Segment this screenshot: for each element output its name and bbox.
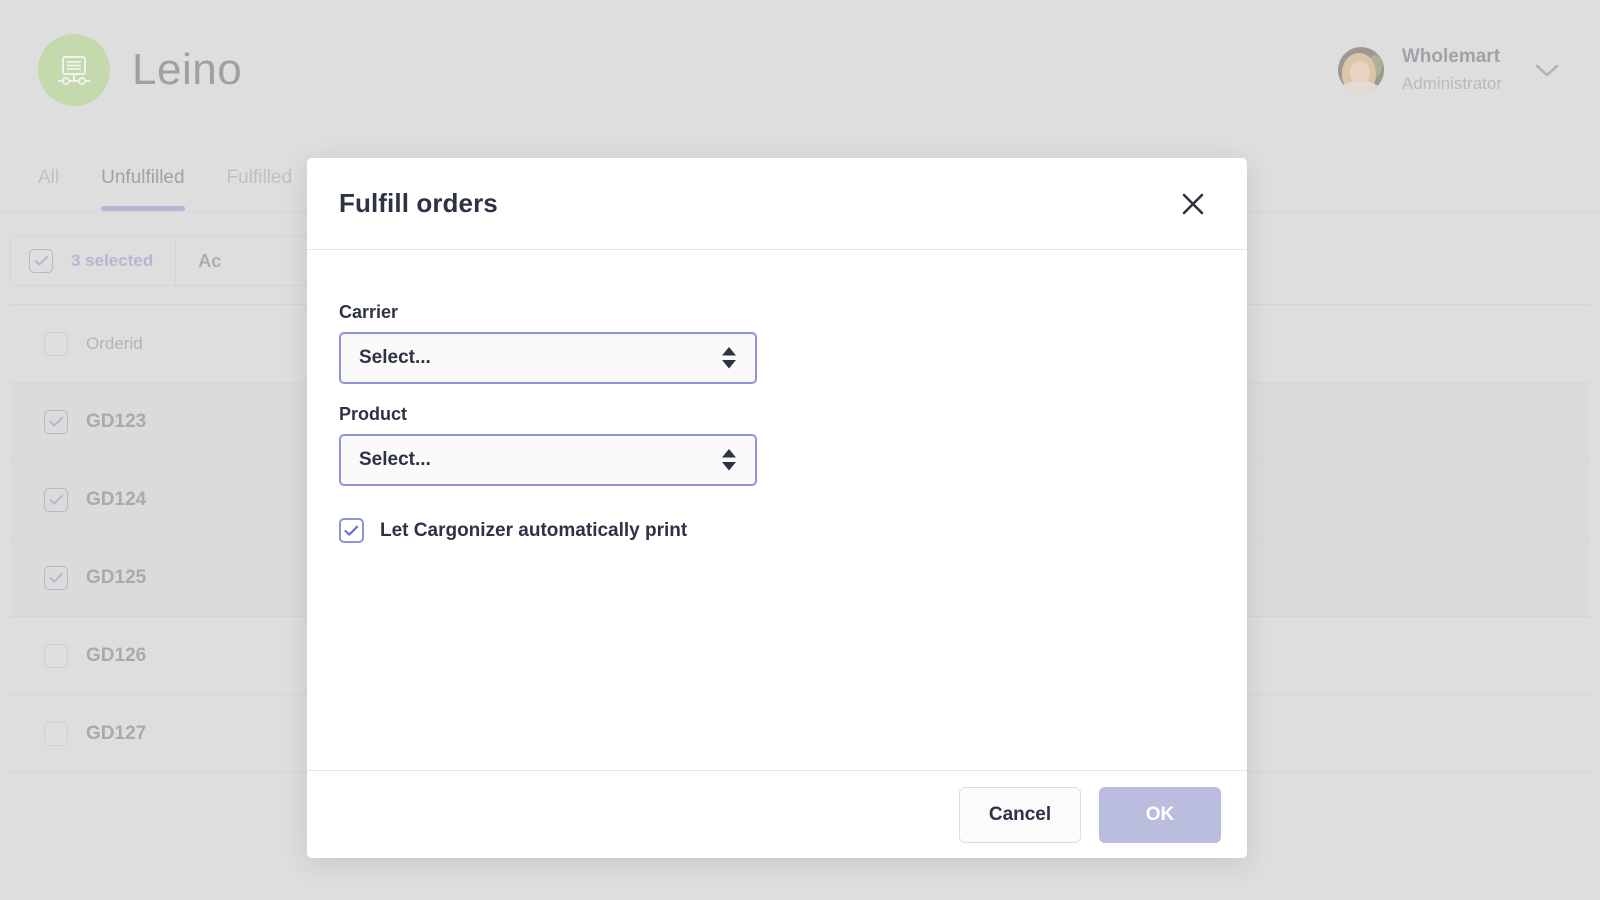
- modal-overlay[interactable]: Fulfill orders Carrier Select... Product…: [0, 0, 1600, 900]
- sort-updown-icon: [721, 449, 737, 471]
- close-x-icon[interactable]: [1173, 184, 1213, 224]
- product-label: Product: [339, 404, 408, 424]
- auto-print-row[interactable]: Let Cargonizer automatically print: [339, 518, 1215, 543]
- carrier-field: Carrier Select...: [339, 302, 1215, 384]
- modal-header: Fulfill orders: [307, 158, 1247, 250]
- modal-body: Carrier Select... Product Select... Let …: [307, 250, 1247, 770]
- product-select-value: Select...: [359, 449, 431, 470]
- modal-footer: Cancel OK: [307, 770, 1247, 858]
- auto-print-label: Let Cargonizer automatically print: [380, 519, 688, 541]
- carrier-label: Carrier: [339, 302, 399, 322]
- fulfill-orders-modal: Fulfill orders Carrier Select... Product…: [307, 158, 1247, 858]
- checkbox-auto-print[interactable]: [339, 518, 364, 543]
- carrier-select-value: Select...: [359, 347, 431, 368]
- ok-button[interactable]: OK: [1099, 786, 1221, 843]
- product-select[interactable]: Select...: [339, 434, 757, 486]
- modal-title: Fulfill orders: [339, 188, 498, 218]
- cancel-button[interactable]: Cancel: [959, 786, 1081, 843]
- sort-updown-icon: [721, 347, 737, 369]
- carrier-select[interactable]: Select...: [339, 332, 757, 384]
- product-field: Product Select...: [339, 404, 1215, 486]
